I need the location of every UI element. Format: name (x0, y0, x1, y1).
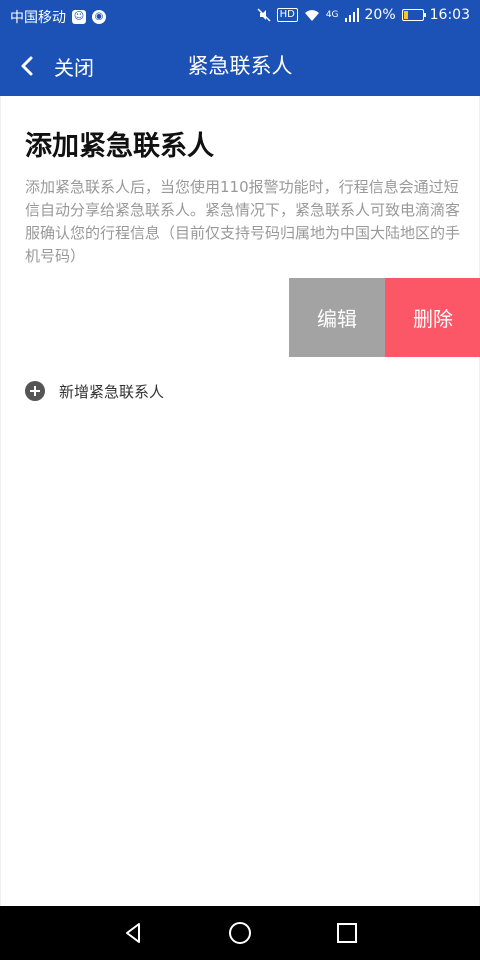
battery-percent: 20% (364, 7, 396, 23)
square-recent-icon[interactable] (335, 921, 359, 945)
circle-home-icon[interactable] (228, 921, 252, 945)
nav-row: 关闭 紧急联系人 (0, 32, 480, 96)
header-bar: 中国移动 ☺ ◉ HD 4G 20% 16:03 关闭 紧急联系人 (0, 0, 480, 96)
edit-button[interactable]: 编辑 (289, 278, 385, 357)
hd-icon: HD (276, 8, 298, 22)
nav-title: 紧急联系人 (187, 54, 293, 78)
network-type: 4G (325, 10, 339, 20)
clock: 16:03 (429, 7, 470, 23)
wifi-icon (304, 10, 319, 21)
status-bar: 中国移动 ☺ ◉ HD 4G 20% 16:03 (0, 0, 480, 32)
page-title: 添加紧急联系人 (25, 131, 214, 162)
contact-row[interactable]: 编辑 删除 (1, 278, 480, 357)
signal-icon (344, 8, 359, 22)
battery-icon (401, 9, 426, 21)
triangle-back-icon[interactable] (121, 921, 145, 945)
add-contact-button[interactable]: 新增紧急联系人 (25, 380, 164, 402)
plus-circle-icon (25, 381, 45, 401)
app-notification-icon-2: ◉ (92, 10, 106, 24)
system-nav-bar (0, 906, 480, 960)
mute-icon (257, 8, 271, 22)
add-contact-label: 新增紧急联系人 (59, 382, 165, 401)
delete-button[interactable]: 删除 (385, 278, 480, 357)
carrier-label: 中国移动 (10, 10, 66, 26)
main-content: 添加紧急联系人 添加紧急联系人后，当您使用110报警功能时，行程信息会通过短信自… (0, 96, 480, 906)
app-notification-icon: ☺ (72, 10, 86, 24)
page-description: 添加紧急联系人后，当您使用110报警功能时，行程信息会通过短信自动分享给紧急联系… (25, 178, 461, 265)
